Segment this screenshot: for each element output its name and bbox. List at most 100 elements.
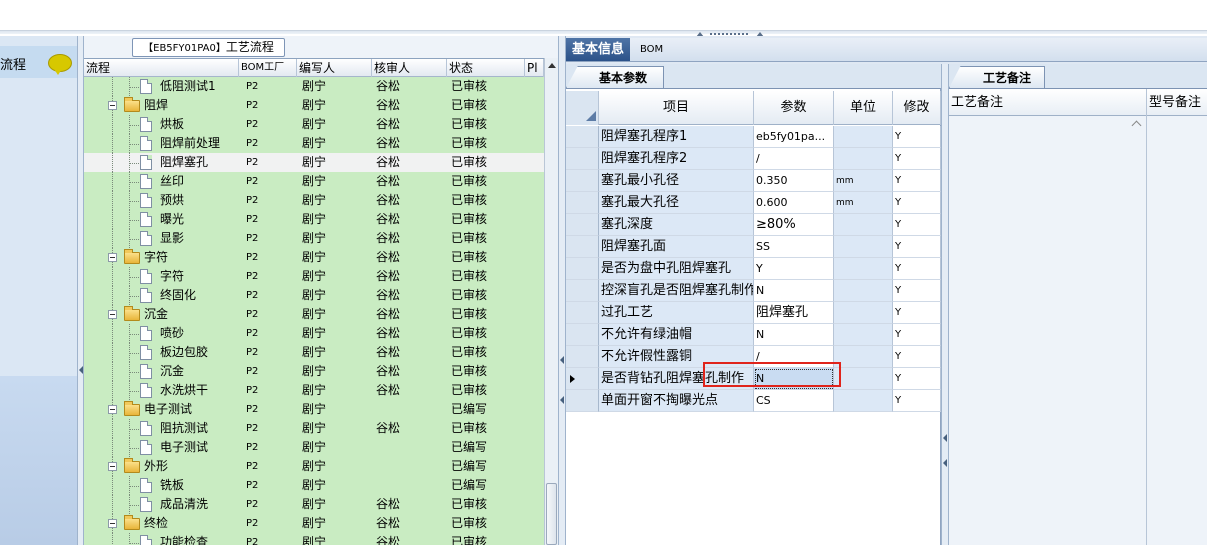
table-row[interactable]: 外形 P2 剧宁 已编写 bbox=[84, 457, 544, 476]
param-mod-cell[interactable]: Y bbox=[893, 324, 941, 346]
table-row[interactable]: 不允许有绿油帽 N Y bbox=[566, 324, 941, 346]
collapse-left-icon[interactable] bbox=[79, 366, 83, 374]
process-note-textarea[interactable] bbox=[949, 116, 1147, 545]
right-splitter[interactable] bbox=[941, 64, 949, 545]
param-value-cell[interactable]: 0.600 bbox=[754, 192, 834, 214]
param-mod-cell[interactable]: Y bbox=[893, 126, 941, 148]
param-mod-cell[interactable]: Y bbox=[893, 346, 941, 368]
row-indicator[interactable] bbox=[566, 302, 599, 324]
table-row[interactable]: 控深盲孔是否阻焊塞孔制作 N Y bbox=[566, 280, 941, 302]
col-model-note[interactable]: 型号备注 bbox=[1147, 89, 1207, 117]
tab-basic-info[interactable]: 基本信息 bbox=[566, 38, 631, 61]
tree-col-header[interactable]: BOM工厂 bbox=[239, 59, 297, 77]
table-row[interactable]: 丝印 P2 剧宁 谷松 已审核 bbox=[84, 172, 544, 191]
col-param[interactable]: 参数 bbox=[754, 91, 834, 125]
param-mod-cell[interactable]: Y bbox=[893, 192, 941, 214]
table-row[interactable]: 铣板 P2 剧宁 已编写 bbox=[84, 476, 544, 495]
table-row[interactable]: 板边包胶 P2 剧宁 谷松 已审核 bbox=[84, 343, 544, 362]
table-row[interactable]: 单面开窗不掏曝光点 CS Y bbox=[566, 390, 941, 412]
tree-scrollbar[interactable] bbox=[544, 58, 558, 545]
row-indicator[interactable] bbox=[566, 280, 599, 302]
tree-col-header[interactable]: 流程 bbox=[84, 59, 239, 77]
collapse-toggle-icon[interactable] bbox=[108, 405, 117, 414]
table-row[interactable]: 曝光 P2 剧宁 谷松 已审核 bbox=[84, 210, 544, 229]
collapse-toggle-icon[interactable] bbox=[108, 101, 117, 110]
row-indicator[interactable] bbox=[566, 258, 599, 280]
param-unit-cell[interactable] bbox=[834, 148, 893, 170]
tab-process-notes[interactable]: 工艺备注 bbox=[949, 66, 1045, 88]
table-row[interactable]: 过孔工艺 阻焊塞孔 Y bbox=[566, 302, 941, 324]
param-mod-cell[interactable]: Y bbox=[893, 170, 941, 192]
tree-col-header[interactable]: Pl bbox=[525, 59, 544, 77]
col-item[interactable]: 项目 bbox=[599, 91, 754, 125]
scroll-thumb[interactable] bbox=[546, 483, 557, 545]
table-row[interactable]: 字符 P2 剧宁 谷松 已审核 bbox=[84, 248, 544, 267]
table-row[interactable]: 喷砂 P2 剧宁 谷松 已审核 bbox=[84, 324, 544, 343]
middle-splitter[interactable] bbox=[558, 36, 566, 545]
tree-col-header[interactable]: 状态 bbox=[447, 59, 525, 77]
table-row[interactable]: 沉金 P2 剧宁 谷松 已审核 bbox=[84, 362, 544, 381]
param-unit-cell[interactable] bbox=[834, 346, 893, 368]
table-row[interactable]: 烘板 P2 剧宁 谷松 已审核 bbox=[84, 115, 544, 134]
collapse-right-icon-2[interactable] bbox=[943, 459, 947, 467]
param-value-cell[interactable]: ≥80% bbox=[754, 214, 834, 236]
param-value-cell[interactable]: 阻焊塞孔 bbox=[754, 302, 834, 324]
table-row[interactable]: 预烘 P2 剧宁 谷松 已审核 bbox=[84, 191, 544, 210]
col-process-note[interactable]: 工艺备注 bbox=[949, 89, 1147, 117]
table-row[interactable]: 水洗烘干 P2 剧宁 谷松 已审核 bbox=[84, 381, 544, 400]
table-row[interactable]: 功能检查 P2 剧宁 谷松 已审核 bbox=[84, 533, 544, 545]
table-row[interactable]: 阻焊塞孔面 SS Y bbox=[566, 236, 941, 258]
table-row[interactable]: 阻焊前处理 P2 剧宁 谷松 已审核 bbox=[84, 134, 544, 153]
param-mod-cell[interactable]: Y bbox=[893, 368, 941, 390]
row-indicator[interactable] bbox=[566, 214, 599, 236]
row-indicator[interactable] bbox=[566, 324, 599, 346]
col-mod[interactable]: 修改 bbox=[893, 91, 941, 125]
param-unit-cell[interactable] bbox=[834, 390, 893, 412]
table-row[interactable]: 电子测试 P2 剧宁 已编写 bbox=[84, 400, 544, 419]
tab-basic-params[interactable]: 基本参数 bbox=[566, 66, 664, 88]
collapse-toggle-icon[interactable] bbox=[108, 310, 117, 319]
param-mod-cell[interactable]: Y bbox=[893, 280, 941, 302]
row-indicator[interactable] bbox=[566, 346, 599, 368]
table-row[interactable]: 阻焊塞孔 P2 剧宁 谷松 已审核 bbox=[84, 153, 544, 172]
table-row[interactable]: 沉金 P2 剧宁 谷松 已审核 bbox=[84, 305, 544, 324]
param-mod-cell[interactable]: Y bbox=[893, 214, 941, 236]
row-header-corner[interactable] bbox=[566, 91, 599, 125]
param-unit-cell[interactable] bbox=[834, 324, 893, 346]
process-tree-grid[interactable]: 流程 BOM工厂 编写人 核审人 状态 Pl 低阻测试1 P2 剧宁 谷松 已审核 阻焊 P2 剧宁 谷松… bbox=[84, 58, 544, 545]
table-row[interactable]: 低阻测试1 P2 剧宁 谷松 已审核 bbox=[84, 77, 544, 96]
tab-bom[interactable]: BOM bbox=[634, 38, 669, 61]
row-indicator[interactable] bbox=[566, 368, 599, 390]
nav-item-flow[interactable]: 流程 bbox=[0, 46, 77, 78]
param-unit-cell[interactable] bbox=[834, 214, 893, 236]
collapse-toggle-icon[interactable] bbox=[108, 462, 117, 471]
table-row[interactable]: 终固化 P2 剧宁 谷松 已审核 bbox=[84, 286, 544, 305]
param-mod-cell[interactable]: Y bbox=[893, 258, 941, 280]
table-row[interactable]: 阻抗测试 P2 剧宁 谷松 已审核 bbox=[84, 419, 544, 438]
table-row[interactable]: 显影 P2 剧宁 谷松 已审核 bbox=[84, 229, 544, 248]
col-unit[interactable]: 单位 bbox=[834, 91, 893, 125]
params-table[interactable]: 项目 参数 单位 修改 阻焊塞孔程序1 eb5fy01pa... Y 阻焊塞孔程序2/… bbox=[566, 88, 941, 545]
param-mod-cell[interactable]: Y bbox=[893, 148, 941, 170]
table-row[interactable]: 阻焊 P2 剧宁 谷松 已审核 bbox=[84, 96, 544, 115]
table-row[interactable]: 塞孔最小孔径 0.350 mm Y bbox=[566, 170, 941, 192]
collapse-toggle-icon[interactable] bbox=[108, 519, 117, 528]
row-indicator[interactable] bbox=[566, 170, 599, 192]
row-indicator[interactable] bbox=[566, 148, 599, 170]
row-indicator[interactable] bbox=[566, 126, 599, 148]
param-unit-cell[interactable] bbox=[834, 280, 893, 302]
param-unit-cell[interactable] bbox=[834, 368, 893, 390]
table-row[interactable]: 塞孔最大孔径 0.600 mm Y bbox=[566, 192, 941, 214]
table-row[interactable]: 成品清洗 P2 剧宁 谷松 已审核 bbox=[84, 495, 544, 514]
table-row[interactable]: 阻焊塞孔程序1 eb5fy01pa... Y bbox=[566, 126, 941, 148]
param-unit-cell[interactable]: mm bbox=[834, 192, 893, 214]
param-value-cell[interactable]: / bbox=[754, 148, 834, 170]
tree-col-header[interactable]: 核审人 bbox=[372, 59, 447, 77]
collapse-right-icon[interactable] bbox=[943, 434, 947, 442]
param-value-cell[interactable]: 0.350 bbox=[754, 170, 834, 192]
param-unit-cell[interactable]: mm bbox=[834, 170, 893, 192]
table-row[interactable]: 字符 P2 剧宁 谷松 已审核 bbox=[84, 267, 544, 286]
model-note-textarea[interactable] bbox=[1147, 116, 1207, 545]
scroll-up-icon[interactable] bbox=[1131, 120, 1142, 131]
param-value-cell[interactable]: eb5fy01pa... bbox=[754, 126, 834, 148]
